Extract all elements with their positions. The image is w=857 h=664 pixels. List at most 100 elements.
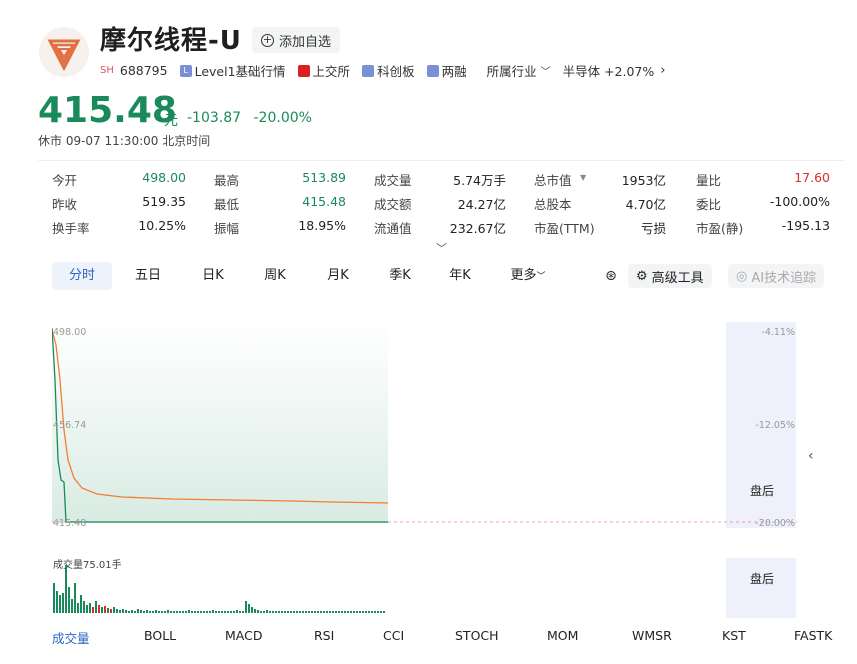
volume-bar	[368, 611, 370, 613]
volume-bar	[293, 611, 295, 613]
volume-bar	[263, 611, 265, 613]
quote-label: 昨收	[52, 197, 78, 212]
volume-bar	[269, 611, 271, 613]
volume-bar	[179, 611, 181, 613]
quote-label: 今开	[52, 173, 78, 188]
chevron-down-icon[interactable]: ﹀	[436, 240, 447, 256]
volume-bar	[251, 607, 253, 613]
chevron-left-icon[interactable]: ‹	[808, 448, 814, 464]
quote-label: 总股本	[534, 197, 572, 212]
volume-bar	[290, 611, 292, 613]
volume-bar	[137, 609, 139, 613]
volume-bar	[170, 611, 172, 613]
tab-monthly-k[interactable]: 月K	[323, 262, 353, 290]
y-right-tick: -4.11%	[761, 327, 795, 338]
indicator-rsi[interactable]: RSI	[314, 628, 334, 643]
volume-bar	[152, 611, 154, 613]
y-left-tick: 498.00	[53, 327, 86, 338]
tag-exchange[interactable]: 上交所	[313, 61, 351, 80]
quote-value: 5.74万手	[453, 173, 506, 188]
intraday-chart[interactable]: 盘后 498.00 456.74 415.48 -4.11% -12.05% -…	[52, 320, 797, 620]
volume-bar	[374, 611, 376, 613]
chart-period-tabs: 分时 五日 日K 周K 月K 季K 年K 更多﹀ ⊛ ⚙ 高级工具 ◎ AI技术…	[52, 262, 832, 290]
volume-bar	[113, 607, 115, 613]
volume-bar	[248, 604, 250, 613]
indicator-fastk[interactable]: FASTK	[794, 628, 832, 643]
quote-value: -100.00%	[769, 194, 830, 209]
volume-bar	[230, 611, 232, 613]
add-watchlist-button[interactable]: + 添加自选	[252, 27, 340, 53]
settings-icon[interactable]: ⊛	[602, 262, 620, 290]
volume-bar	[194, 611, 196, 613]
quote-value: 232.67亿	[449, 221, 506, 236]
volume-bar	[188, 610, 190, 613]
volume-bar	[308, 611, 310, 613]
level1-icon: L	[179, 64, 192, 77]
indicator-wmsr[interactable]: WMSR	[632, 628, 672, 643]
ai-tracking-button[interactable]: ◎ AI技术追踪	[728, 264, 825, 288]
indicator-volume[interactable]: 成交量	[52, 628, 90, 647]
indicator-macd[interactable]: MACD	[225, 628, 262, 643]
volume-bar	[197, 611, 199, 613]
tag-level1[interactable]: Level1基础行情	[195, 61, 286, 80]
volume-bar	[122, 609, 124, 613]
volume-bar	[329, 611, 331, 613]
volume-bar	[353, 611, 355, 613]
industry-value[interactable]: 半导体 +2.07%	[563, 61, 655, 80]
tab-5day[interactable]: 五日	[130, 262, 166, 290]
tag-margin[interactable]: 两融	[442, 61, 467, 80]
quote-value: 415.48	[302, 194, 346, 209]
indicator-boll[interactable]: BOLL	[144, 628, 176, 643]
tab-daily-k[interactable]: 日K	[198, 262, 228, 290]
china-flag-icon	[297, 64, 310, 77]
stock-name: 摩尔线程-U	[100, 26, 242, 56]
chevron-down-icon: ﹀	[536, 272, 546, 282]
tab-quarterly-k[interactable]: 季K	[385, 262, 415, 290]
ai-tracking-label: AI技术追踪	[751, 270, 817, 286]
volume-bar	[257, 610, 259, 613]
volume-bar	[311, 611, 313, 613]
advanced-tools-button[interactable]: ⚙ 高级工具	[628, 264, 712, 288]
after-hours-label: 盘后	[750, 483, 774, 498]
quote-value: 4.70亿	[625, 197, 666, 212]
chevron-down-icon[interactable]: ﹀	[541, 63, 551, 78]
volume-bar	[134, 611, 136, 613]
volume-bar	[302, 611, 304, 613]
indicator-cci[interactable]: CCI	[383, 628, 404, 643]
volume-bar	[266, 610, 268, 613]
volume-bar	[56, 591, 58, 613]
volume-bar	[95, 601, 97, 613]
quote-value: -195.13	[781, 218, 830, 233]
indicator-mom[interactable]: MOM	[547, 628, 578, 643]
volume-bar	[89, 603, 91, 613]
tab-more[interactable]: 更多﹀	[508, 262, 548, 290]
volume-bar	[338, 611, 340, 613]
tab-weekly-k[interactable]: 周K	[260, 262, 290, 290]
volume-bar	[317, 611, 319, 613]
volume-bar	[131, 610, 133, 613]
company-logo	[38, 26, 90, 78]
quote-value: 17.60	[794, 170, 830, 185]
volume-bar	[158, 611, 160, 613]
volume-bar	[227, 611, 229, 613]
quote-label: 成交额	[374, 197, 412, 212]
quote-label: 总市值	[534, 173, 572, 188]
volume-bar	[203, 611, 205, 613]
volume-bar	[335, 611, 337, 613]
sort-down-icon[interactable]: ▼	[580, 173, 586, 182]
volume-bar	[245, 601, 247, 613]
chevron-right-icon[interactable]: ›	[660, 63, 665, 78]
indicator-stoch[interactable]: STOCH	[455, 628, 499, 643]
volume-bar	[167, 610, 169, 613]
volume-bar	[212, 610, 214, 613]
volume-bar	[221, 611, 223, 613]
indicator-kst[interactable]: KST	[722, 628, 746, 643]
quote-value: 10.25%	[138, 218, 186, 233]
volume-bar	[362, 611, 364, 613]
volume-bar	[107, 608, 109, 613]
tab-yearly-k[interactable]: 年K	[445, 262, 475, 290]
tab-intraday[interactable]: 分时	[52, 262, 112, 290]
tag-star-market[interactable]: 科创板	[377, 61, 415, 80]
volume-bar	[164, 611, 166, 613]
quote-row: 昨收 519.35 最低 415.48 成交额 24.27亿 总股本 4.70亿…	[52, 194, 832, 214]
